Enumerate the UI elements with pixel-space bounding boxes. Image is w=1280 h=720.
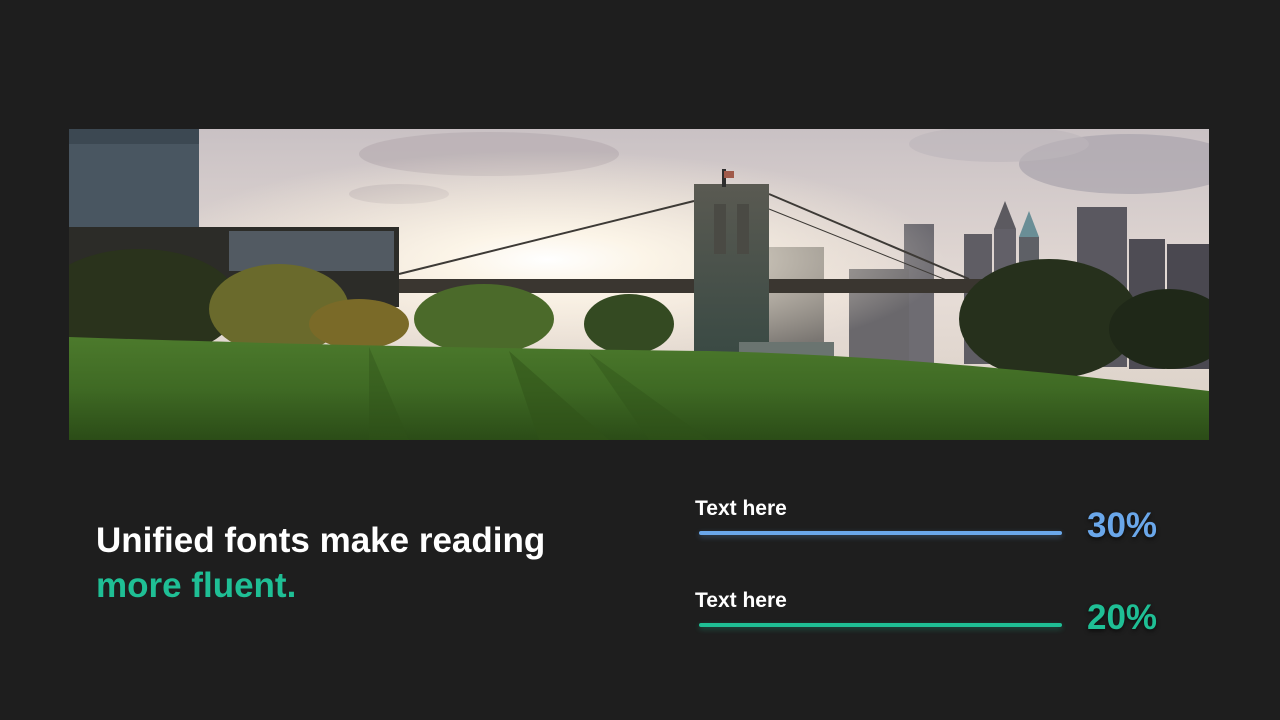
city-bridge-park-sunset-illustration — [69, 129, 1209, 440]
stat-label: Text here — [695, 497, 787, 520]
progress-bar-fill — [699, 531, 1062, 535]
stat-value: 20% — [1087, 598, 1158, 637]
stat-label: Text here — [695, 589, 787, 612]
progress-bar-fill — [699, 623, 1062, 627]
headline-line-2: more fluent. — [96, 566, 297, 605]
stat-row-2: Text here 20% — [695, 589, 1175, 649]
stat-row-1: Text here 30% — [695, 497, 1175, 557]
headline-line-1: Unified fonts make reading — [96, 521, 546, 560]
headline: Unified fonts make reading more fluent. — [96, 518, 656, 608]
hero-photo — [69, 129, 1209, 440]
progress-bar — [699, 531, 1062, 535]
stat-value: 30% — [1087, 506, 1158, 545]
progress-bar — [699, 623, 1062, 627]
